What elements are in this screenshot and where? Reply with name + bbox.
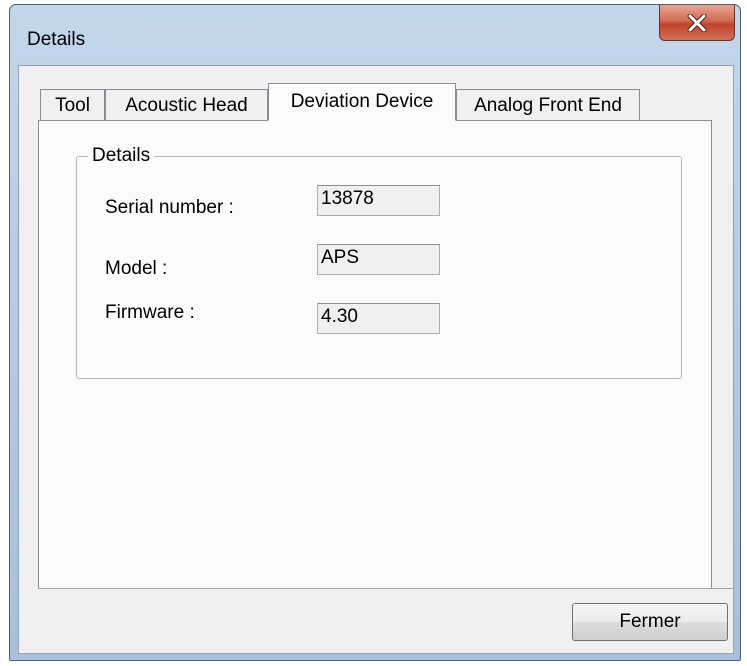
model-label: Model :: [105, 258, 168, 279]
tab-tool-label: Tool: [55, 94, 90, 116]
firmware-label: Firmware :: [105, 302, 195, 323]
serial-number-label: Serial number :: [105, 197, 234, 218]
window-title: Details: [27, 29, 86, 50]
window-close-button[interactable]: [659, 5, 735, 41]
dialog-client-area: Tool Acoustic Head Deviation Device Anal…: [18, 65, 734, 654]
details-groupbox: Details Serial number : 13878 Model : AP…: [76, 145, 682, 379]
tab-deviation-device[interactable]: Deviation Device: [268, 83, 456, 121]
tab-acoustic-head-label: Acoustic Head: [125, 94, 248, 116]
serial-number-field[interactable]: 13878: [317, 185, 440, 216]
tab-analog-front-end-label: Analog Front End: [474, 94, 622, 116]
tab-tool[interactable]: Tool: [40, 89, 105, 121]
close-x-icon: [687, 13, 707, 32]
details-group-legend: Details: [88, 145, 155, 167]
model-field[interactable]: APS: [317, 244, 440, 275]
tab-analog-front-end[interactable]: Analog Front End: [456, 89, 640, 121]
tab-panel: Details Serial number : 13878 Model : AP…: [38, 120, 712, 589]
tab-acoustic-head[interactable]: Acoustic Head: [105, 89, 268, 121]
fermer-button-label: Fermer: [619, 611, 681, 632]
tab-deviation-device-label: Deviation Device: [290, 91, 434, 112]
details-window: Details Tool Acoustic Head Deviation Dev…: [9, 4, 741, 661]
title-bar[interactable]: Details: [10, 5, 740, 65]
firmware-field[interactable]: 4.30: [317, 303, 440, 334]
fermer-button[interactable]: Fermer: [572, 603, 728, 641]
footer-divider: [38, 588, 733, 589]
